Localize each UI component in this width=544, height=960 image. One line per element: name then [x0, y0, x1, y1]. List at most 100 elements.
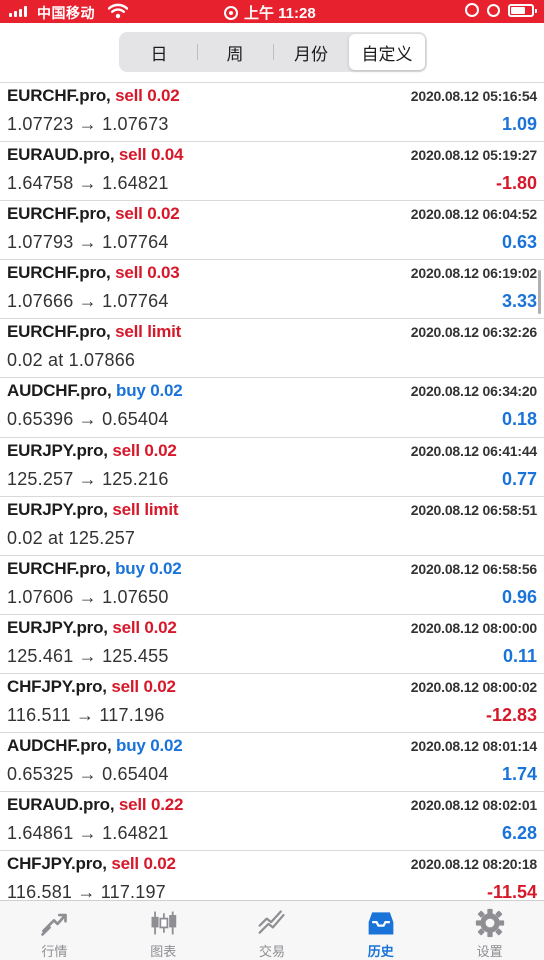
alarm-icon	[487, 3, 500, 17]
segment-tab-0[interactable]: 日	[121, 34, 197, 70]
trade-symbol-text: EURCHF.pro,	[7, 263, 111, 283]
trade-row[interactable]: CHFJPY.pro, sell 0.02 2020.08.12 08:20:1…	[0, 851, 544, 900]
trade-side: sell 0.02	[115, 204, 180, 224]
trade-side: sell 0.02	[111, 854, 176, 874]
trade-row[interactable]: EURCHF.pro, sell limit 2020.08.12 06:32:…	[0, 319, 544, 379]
trade-symbol: AUDCHF.pro, buy 0.02	[7, 381, 183, 401]
screen-record-icon	[224, 5, 238, 20]
trade-side: sell 0.04	[118, 145, 184, 165]
tab-trade[interactable]: 交易	[218, 901, 327, 960]
trade-history-list[interactable]: EURCHF.pro, sell 0.02 2020.08.12 05:16:5…	[0, 82, 544, 900]
trade-side: buy 0.02	[116, 736, 183, 756]
trade-side: sell 0.22	[118, 795, 184, 815]
trade-symbol: EURAUD.pro, sell 0.22	[7, 795, 183, 815]
trade-prices: 0.65396 → 0.65404	[7, 409, 169, 430]
trade-row[interactable]: CHFJPY.pro, sell 0.02 2020.08.12 08:00:0…	[0, 674, 544, 734]
trade-side: buy 0.02	[116, 381, 183, 401]
trade-symbol-text: AUDCHF.pro,	[7, 381, 112, 401]
clock-time: 上午 11:28	[244, 5, 316, 22]
trade-time: 2020.08.12 06:32:26	[410, 324, 537, 341]
trade-symbol: EURJPY.pro, sell limit	[7, 500, 179, 520]
trade-symbol-text: AUDCHF.pro,	[7, 736, 112, 756]
trade-time: 2020.08.12 06:04:52	[410, 206, 537, 223]
trade-row[interactable]: AUDCHF.pro, buy 0.02 2020.08.12 06:34:20…	[0, 378, 544, 438]
trade-row[interactable]: EURCHF.pro, sell 0.03 2020.08.12 06:19:0…	[0, 260, 544, 320]
trade-symbol: EURJPY.pro, sell 0.02	[7, 618, 177, 638]
trade-time: 2020.08.12 06:58:51	[410, 501, 537, 518]
tab-history[interactable]: 历史	[326, 901, 435, 960]
trade-profit: 3.33	[501, 291, 537, 312]
bottom-tab-bar: 行情 图表 交易 历史 设置	[0, 900, 544, 960]
segment-tab-3[interactable]: 自定义	[349, 34, 425, 70]
trade-symbol-text: EURCHF.pro,	[7, 86, 111, 105]
trade-profit: 0.18	[501, 409, 537, 430]
trade-profit: 1.09	[501, 114, 537, 134]
trade-row[interactable]: EURJPY.pro, sell 0.02 2020.08.12 08:00:0…	[0, 615, 544, 674]
period-filter-bar: 日 周 月份 自定义	[0, 23, 544, 81]
trade-row[interactable]: EURCHF.pro, buy 0.02 2020.08.12 06:58:56…	[0, 556, 544, 615]
trade-prices: 1.64758 → 1.64821	[7, 173, 169, 194]
trade-symbol: CHFJPY.pro, sell 0.02	[7, 854, 176, 874]
tab-label: 历史	[367, 944, 394, 959]
trade-time: 2020.08.12 08:00:00	[410, 619, 537, 636]
cellular-signal-icon	[9, 6, 29, 17]
trade-symbol-text: EURJPY.pro,	[7, 440, 108, 460]
trade-side: sell 0.02	[112, 440, 177, 460]
tab-quotes[interactable]: 行情	[0, 901, 109, 960]
trade-prices: 1.07666 → 1.07764	[7, 291, 169, 312]
quotes-icon	[41, 913, 68, 936]
chart-icon	[151, 911, 177, 935]
rotation-lock-icon	[465, 3, 479, 17]
segment-label: 日	[150, 44, 168, 64]
tab-label: 交易	[258, 944, 285, 959]
segment-label: 自定义	[361, 44, 413, 64]
trade-time: 2020.08.12 06:34:20	[410, 383, 537, 400]
trade-profit: 0.96	[501, 586, 537, 607]
trade-time: 2020.08.12 06:58:56	[410, 560, 537, 577]
trade-row[interactable]: EURJPY.pro, sell 0.02 2020.08.12 06:41:4…	[0, 438, 544, 497]
trade-symbol: EURCHF.pro, sell limit	[7, 322, 181, 342]
trade-symbol: EURAUD.pro, sell 0.04	[7, 145, 183, 165]
trade-row[interactable]: EURCHF.pro, sell 0.02 2020.08.12 05:16:5…	[0, 83, 544, 143]
segment-tab-2[interactable]: 月份	[273, 34, 349, 70]
trade-prices: 125.461 → 125.455	[7, 645, 169, 666]
trade-prices: 0.02 at 125.257	[7, 527, 136, 548]
trade-row[interactable]: EURJPY.pro, sell limit 2020.08.12 06:58:…	[0, 497, 544, 556]
trade-prices: 0.65325 → 0.65404	[7, 764, 169, 785]
trade-side: sell 0.02	[111, 676, 176, 696]
trade-symbol: EURCHF.pro, buy 0.02	[7, 559, 182, 579]
trade-side: buy 0.02	[115, 558, 182, 578]
tab-settings[interactable]: 设置	[435, 901, 544, 960]
trade-profit: 0.77	[501, 468, 537, 489]
trade-time: 2020.08.12 08:00:02	[410, 678, 537, 695]
trade-side: sell 0.02	[115, 86, 180, 105]
trade-time: 2020.08.12 08:01:14	[410, 738, 537, 755]
trade-time: 2020.08.12 06:41:44	[410, 442, 537, 459]
trade-time: 2020.08.12 05:19:27	[410, 147, 537, 164]
trade-row[interactable]: EURAUD.pro, sell 0.22 2020.08.12 08:02:0…	[0, 792, 544, 852]
trade-symbol-text: EURCHF.pro,	[7, 558, 111, 578]
trade-time: 2020.08.12 05:16:54	[410, 88, 537, 104]
trade-symbol-text: EURCHF.pro,	[7, 322, 111, 342]
trade-time: 2020.08.12 08:02:01	[410, 797, 537, 814]
trade-row[interactable]: AUDCHF.pro, buy 0.02 2020.08.12 08:01:14…	[0, 733, 544, 793]
trade-prices: 1.07793 → 1.07764	[7, 232, 169, 253]
trade-profit: -1.80	[495, 173, 537, 194]
trade-prices: 1.07723 → 1.07673	[7, 114, 169, 134]
battery-icon	[508, 3, 537, 17]
trade-row[interactable]: EURAUD.pro, sell 0.04 2020.08.12 05:19:2…	[0, 142, 544, 202]
trade-symbol: EURCHF.pro, sell 0.03	[7, 263, 180, 283]
segment-tab-1[interactable]: 周	[197, 34, 273, 70]
trade-icon	[258, 910, 285, 934]
trade-prices: 0.02 at 1.07866	[7, 350, 136, 371]
tab-label: 图表	[150, 944, 177, 959]
trade-prices: 116.581 → 117.197	[7, 882, 166, 900]
trade-symbol: AUDCHF.pro, buy 0.02	[7, 736, 183, 756]
trade-symbol-text: EURCHF.pro,	[7, 204, 111, 224]
trade-profit: 6.28	[501, 823, 537, 844]
trade-row[interactable]: EURCHF.pro, sell 0.02 2020.08.12 06:04:5…	[0, 201, 544, 261]
trade-profit: 0.11	[502, 645, 537, 666]
tab-chart[interactable]: 图表	[109, 901, 218, 960]
trade-prices: 1.07606 → 1.07650	[7, 586, 169, 607]
status-bar: 中国移动 上午 11:28	[0, 0, 544, 23]
